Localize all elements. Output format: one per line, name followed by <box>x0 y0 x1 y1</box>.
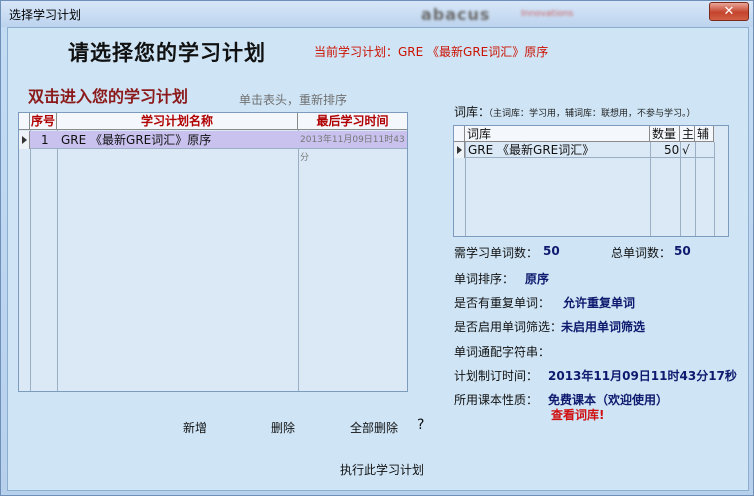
repeat-label: 是否有重复单词： <box>454 296 551 310</box>
filter-value: 未启用单词筛选 <box>561 320 646 334</box>
need-words-value: 50 <box>543 244 560 258</box>
view-library-link[interactable]: 查看词库! <box>551 406 604 423</box>
wildcard-label: 单词通配字符串： <box>454 345 551 359</box>
cell-last-time: 2013年11月09日11时43分 <box>300 135 405 163</box>
add-plan-button[interactable]: 新增 <box>183 419 207 436</box>
grid-line <box>680 142 681 236</box>
column-header-main[interactable]: 主 <box>680 126 695 142</box>
current-plan-label: 当前学习计划：GRE 《最新GRE词汇》原序 <box>314 45 549 59</box>
plan-table[interactable]: 序号 学习计划名称 最后学习时间 1 GRE 《最新GRE词汇》原序 2013年… <box>18 112 408 392</box>
row-indicator-icon <box>19 131 30 149</box>
column-header-count[interactable]: 数量 <box>650 126 680 142</box>
brand-logo: abacus <box>421 5 491 24</box>
column-header-library[interactable]: 词库 <box>465 126 650 142</box>
cell-library-name: GRE 《最新GRE词汇》 <box>468 143 595 157</box>
column-header-last-time[interactable]: 最后学习时间 <box>298 113 407 130</box>
sort-hint: 单击表头，重新排序 <box>239 93 348 107</box>
grid-line <box>298 130 299 391</box>
brand-tagline: Innovations <box>521 9 574 19</box>
total-words-label: 总单词数： <box>611 246 672 260</box>
table-row[interactable]: 1 GRE 《最新GRE词汇》原序 2013年11月09日11时43分 <box>30 131 407 163</box>
grid-line <box>465 142 466 236</box>
window-title: 选择学习计划 <box>9 8 82 22</box>
sort-label: 单词排序： <box>454 272 515 286</box>
repeat-value: 允许重复单词 <box>563 296 636 310</box>
execute-plan-button[interactable]: 执行此学习计划 <box>340 461 424 478</box>
grid-line <box>57 130 58 391</box>
need-words-label: 需学习单词数： <box>454 246 539 260</box>
row-indicator-icon <box>454 142 465 158</box>
filter-label: 是否启用单词筛选： <box>454 320 563 334</box>
total-words-value: 50 <box>674 244 691 258</box>
library-row[interactable]: GRE 《最新GRE词汇》 50 √ <box>454 142 714 158</box>
page-title: 请选择您的学习计划 <box>68 41 266 65</box>
course-label: 所用课本性质： <box>454 393 539 407</box>
cell-plan-name: GRE 《最新GRE词汇》原序 <box>61 133 212 147</box>
delete-plan-button[interactable]: 删除 <box>271 419 295 436</box>
help-icon[interactable]: ? <box>417 417 424 433</box>
column-header-index[interactable]: 序号 <box>30 113 57 130</box>
grid-line <box>650 142 651 236</box>
plan-table-header: 序号 学习计划名称 最后学习时间 <box>19 113 407 130</box>
client-area: 请选择您的学习计划 当前学习计划：GRE 《最新GRE词汇》原序 双击进入您的学… <box>7 27 749 491</box>
grid-line <box>30 130 31 391</box>
library-table-header: 词库 数量 主 辅 <box>454 126 714 142</box>
title-bar: 选择学习计划 abacus Innovations ✕ <box>1 1 753 27</box>
column-header-aux[interactable]: 辅 <box>695 126 714 142</box>
grid-line <box>695 142 696 236</box>
dialog-window: 选择学习计划 abacus Innovations ✕ 请选择您的学习计划 当前… <box>0 0 754 496</box>
made-time-label: 计划制订时间： <box>454 369 539 383</box>
sort-value: 原序 <box>525 272 550 286</box>
delete-all-button[interactable]: 全部删除 <box>350 419 398 436</box>
cell-library-count: 50 <box>664 143 680 157</box>
library-table[interactable]: 词库 数量 主 辅 GRE 《最新GRE词汇》 50 √ <box>453 125 729 237</box>
row-indicator-header <box>19 113 30 130</box>
close-button[interactable]: ✕ <box>709 2 749 21</box>
row-indicator-header <box>454 126 465 142</box>
grid-line <box>714 142 715 236</box>
column-header-plan-name[interactable]: 学习计划名称 <box>57 113 298 130</box>
library-note: （主词库：学习用，辅词库：联想用，不参与学习。） <box>484 109 696 119</box>
cell-index: 1 <box>41 133 49 147</box>
cell-library-main[interactable]: √ <box>682 142 690 158</box>
plan-list-heading: 双击进入您的学习计划 <box>28 87 189 106</box>
made-time-value: 2013年11月09日11时43分17秒 <box>548 369 737 383</box>
